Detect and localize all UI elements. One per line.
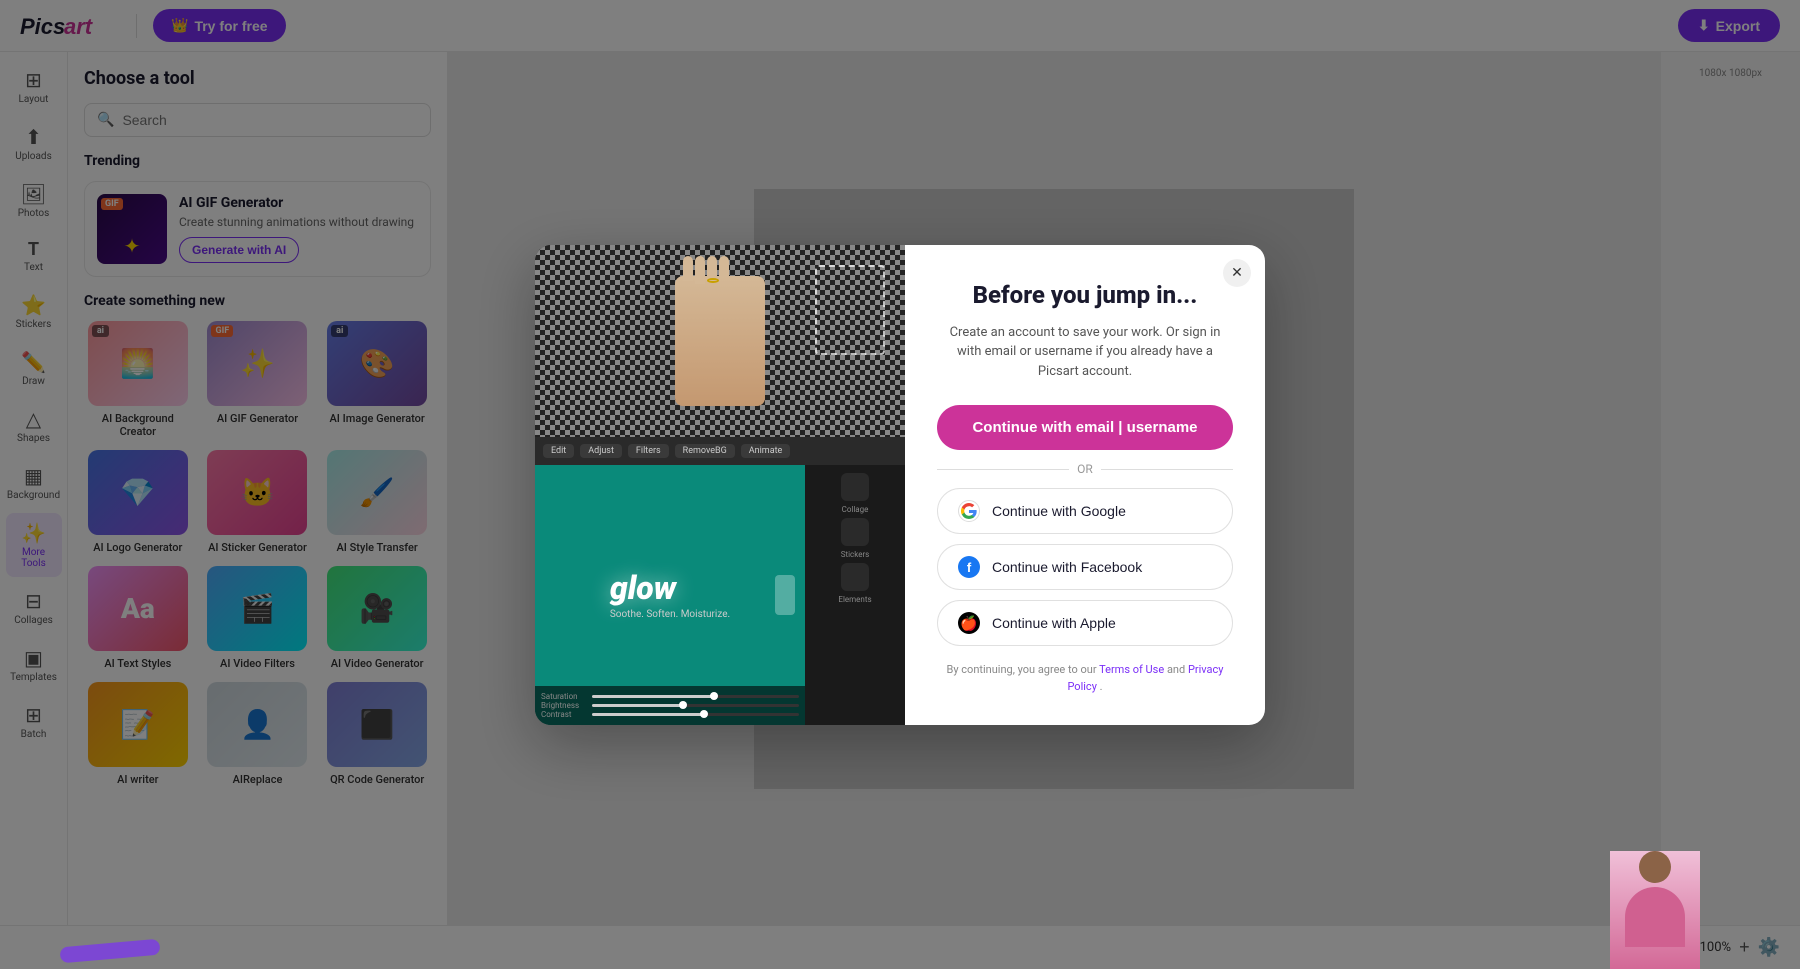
sliders-overlay: Saturation Brightness [535,686,805,725]
tagline: Soothe. Soften. Moisturize. [610,609,730,620]
adjust-btn: Adjust [580,444,622,458]
ring [707,278,719,283]
modal-title: Before you jump in... [937,281,1233,309]
stickers-label: Stickers [841,550,870,559]
auth-modal: Edit Adjust Filters RemoveBG Animate glo… [535,245,1265,725]
facebook-icon: f [958,556,980,578]
modal-preview-scene: Edit Adjust Filters RemoveBG Animate glo… [535,245,905,725]
modal-image-panel: Edit Adjust Filters RemoveBG Animate glo… [535,245,905,725]
glow-text: glow [610,569,730,607]
side-icon-3 [841,563,869,591]
animate-btn: Animate [741,444,791,458]
brightness-slider: Brightness [541,701,799,710]
collage-label: Collage [842,505,869,514]
scene-toolbar: Edit Adjust Filters RemoveBG Animate [535,437,905,465]
or-line-left [937,469,1069,470]
modal-right-panel: ✕ Before you jump in... Create an accoun… [905,245,1265,725]
modal-description: Create an account to save your work. Or … [937,323,1233,382]
side-icon-2 [841,518,869,546]
fingers [683,256,729,284]
terms-of-use-link[interactable]: Terms of Use [1099,663,1164,676]
glow-composition: glow Soothe. Soften. Moisturize. [610,569,730,620]
hand-element [675,276,765,406]
side-icon-1 [841,473,869,501]
google-icon [958,500,980,522]
scene-content: glow Soothe. Soften. Moisturize. Saturat… [535,465,905,725]
or-text: OR [1077,462,1093,476]
scene-side-panel: Collage Stickers Elements [805,465,905,725]
continue-email-button[interactable]: Continue with email | username [937,405,1233,450]
saturation-slider: Saturation [541,692,799,701]
terms-text: By continuing, you agree to our Terms of… [937,662,1233,695]
modal-overlay: Edit Adjust Filters RemoveBG Animate glo… [0,0,1800,969]
scene-top [535,245,905,437]
apple-btn-label: Continue with Apple [992,615,1116,631]
filters-btn: Filters [628,444,669,458]
edit-btn: Edit [543,444,574,458]
or-line-right [1101,469,1233,470]
facebook-btn-label: Continue with Facebook [992,559,1142,575]
google-btn-label: Continue with Google [992,503,1126,519]
selection-box [815,265,885,355]
continue-facebook-button[interactable]: f Continue with Facebook [937,544,1233,590]
apple-icon: 🍎 [958,612,980,634]
scene-bottom: Edit Adjust Filters RemoveBG Animate glo… [535,437,905,725]
contrast-slider: Contrast [541,710,799,719]
modal-close-button[interactable]: ✕ [1223,259,1251,287]
glow-text-area: glow Soothe. Soften. Moisturize. Saturat… [535,465,805,725]
continue-apple-button[interactable]: 🍎 Continue with Apple [937,600,1233,646]
removebg-btn: RemoveBG [675,444,735,458]
product-bottle [775,575,795,615]
close-icon: ✕ [1231,264,1243,281]
continue-google-button[interactable]: Continue with Google [937,488,1233,534]
elements-label: Elements [838,595,871,604]
or-divider: OR [937,462,1233,476]
